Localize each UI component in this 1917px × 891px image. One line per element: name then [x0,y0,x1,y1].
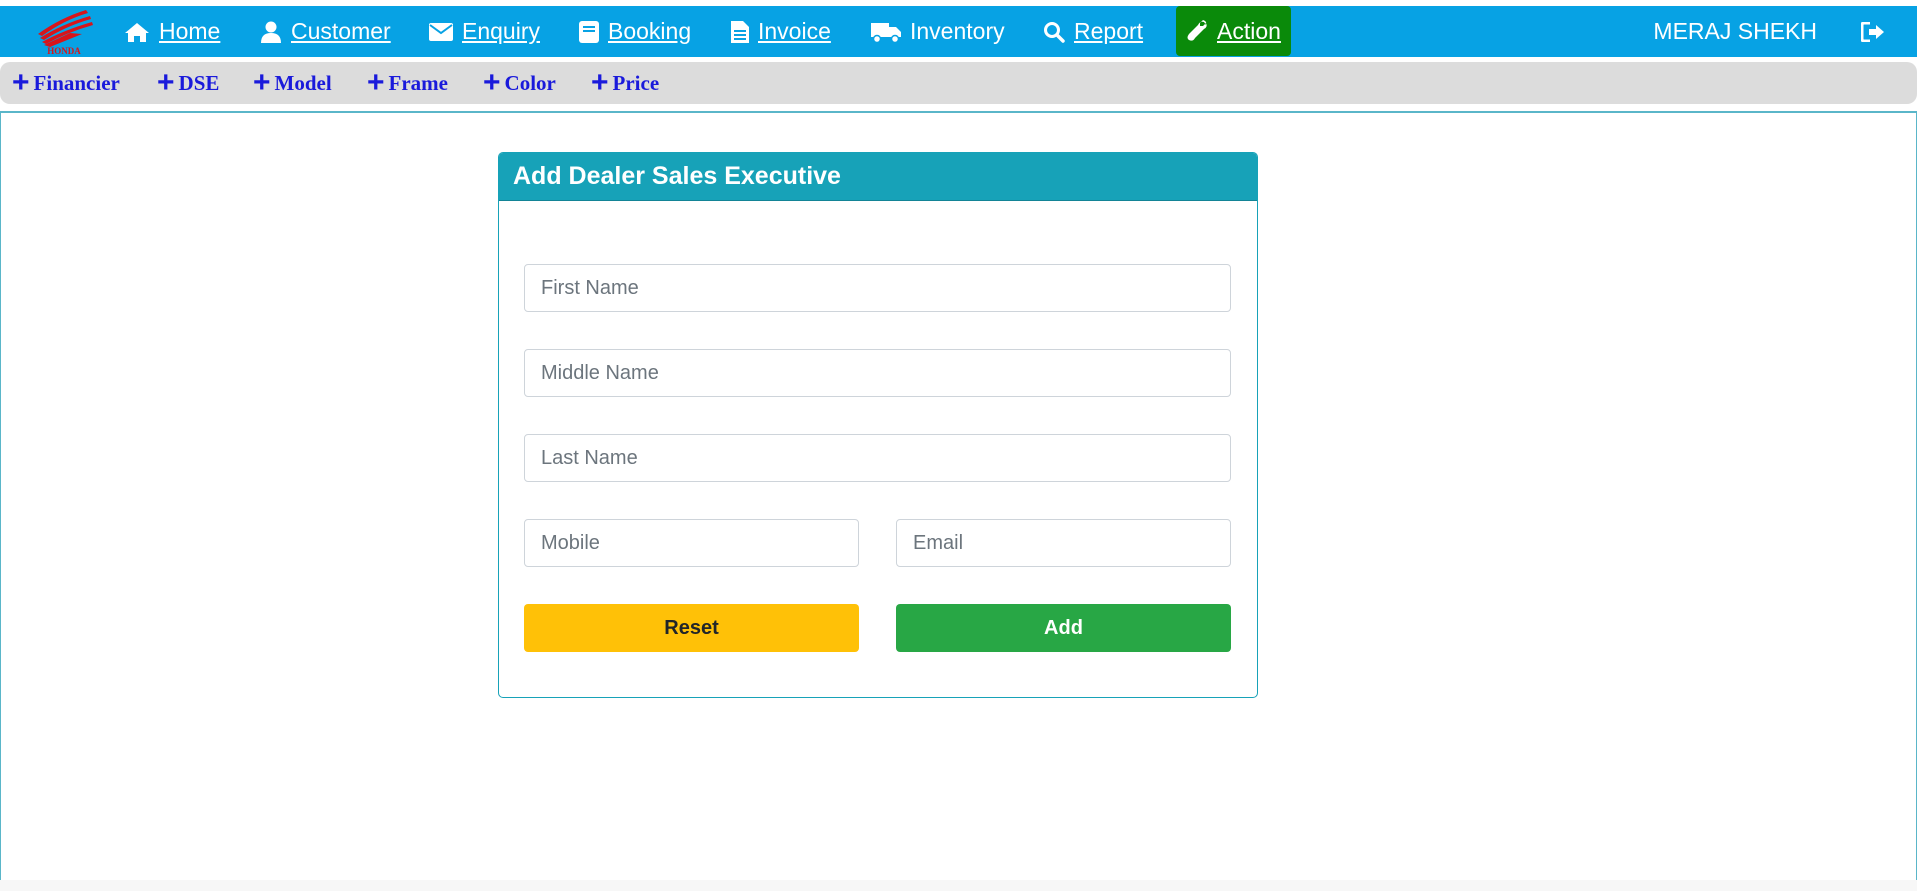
plus-icon: + [12,66,30,99]
file-icon [731,20,749,43]
add-button[interactable]: Add [896,604,1231,652]
subnav-dse[interactable]: + DSE [157,62,219,104]
nav-home-label: Home [159,18,221,44]
subnav-price[interactable]: + Price [591,62,659,104]
plus-icon: + [253,66,271,99]
nav-inventory[interactable]: Inventory [871,6,1005,57]
nav-report[interactable]: Report [1043,6,1143,57]
sign-out-icon [1861,21,1884,42]
nav-customer-label: Customer [291,18,391,44]
nav-enquiry[interactable]: Enquiry [429,6,540,57]
middle-name-input[interactable] [524,349,1231,397]
subnav-model[interactable]: + Model [253,62,332,104]
subnav-color-label: Color [504,70,556,95]
nav-action-label: Action [1217,17,1281,44]
logout-button[interactable] [1861,6,1885,57]
plus-icon: + [483,66,501,99]
nav-invoice-label: Invoice [758,18,831,44]
nav-customer[interactable]: Customer [260,6,391,57]
add-dse-card: Add Dealer Sales Executive Reset Add [498,152,1258,698]
mobile-input[interactable] [524,519,859,567]
logo-text: HONDA [47,46,81,56]
action-subnav: + Financier + DSE + Model + Frame + Colo… [0,62,1917,104]
nav-booking[interactable]: Booking [579,6,691,57]
nav-home[interactable]: Home [124,6,220,57]
nav-invoice[interactable]: Invoice [731,6,831,57]
envelope-icon [429,22,453,41]
last-name-input[interactable] [524,434,1231,482]
search-icon [1044,21,1065,43]
subnav-color[interactable]: + Color [483,62,556,104]
nav-inventory-label: Inventory [910,18,1005,44]
subnav-financier-label: Financier [33,70,120,95]
truck-icon [871,22,901,43]
footer-strip [0,880,1917,891]
user-name: MERAJ SHEKH [1653,18,1817,44]
reset-button[interactable]: Reset [524,604,859,652]
wrench-icon [1187,20,1207,41]
plus-icon: + [591,66,609,99]
nav-booking-label: Booking [608,18,692,44]
plus-icon: + [367,66,385,99]
subnav-frame-label: Frame [388,70,448,95]
subnav-frame[interactable]: + Frame [367,62,448,104]
subnav-model-label: Model [274,70,332,95]
subnav-dse-label: DSE [178,70,220,95]
card-header: Add Dealer Sales Executive [499,153,1257,201]
card-title: Add Dealer Sales Executive [513,162,841,190]
honda-logo[interactable]: HONDA [30,6,98,56]
user-icon [261,21,281,43]
plus-icon: + [157,66,175,99]
home-icon [125,22,149,42]
email-input[interactable] [896,519,1231,567]
nav-enquiry-label: Enquiry [462,18,540,44]
book-icon [579,20,599,43]
first-name-input[interactable] [524,264,1231,312]
top-navbar: HONDA Home Customer Enquiry Booking Invo… [0,6,1917,57]
subnav-price-label: Price [612,70,660,95]
subnav-financier[interactable]: + Financier [12,62,120,104]
nav-report-label: Report [1074,18,1144,44]
nav-action[interactable]: Action [1176,6,1291,56]
